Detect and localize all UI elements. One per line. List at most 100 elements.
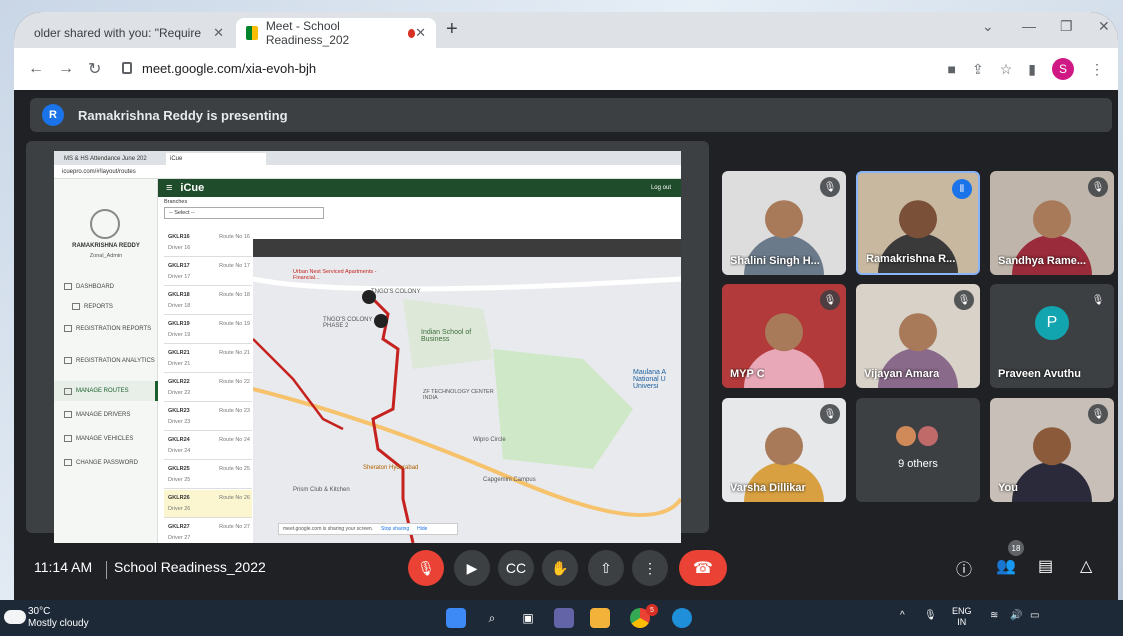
route-row: GKLR23 Route No 23 Driver 23 [164, 403, 252, 431]
others-tile[interactable]: 9 others [856, 398, 980, 502]
info-icon[interactable]: ⓘ [956, 556, 972, 580]
tab-meet[interactable]: Meet - School Readiness_202 ✕ [236, 18, 436, 48]
volume-icon[interactable]: 🔊 [1010, 610, 1022, 621]
window-close-icon[interactable]: ✕ [1098, 18, 1110, 35]
weather-widget[interactable]: 30°C Mostly cloudy [28, 606, 89, 630]
map-label: Maulana A National U Universi [633, 369, 666, 390]
close-icon[interactable]: ✕ [213, 25, 224, 41]
menu-label: MANAGE DRIVERS [76, 411, 131, 418]
route-driver: Driver 22 [168, 390, 191, 396]
menu-label: REGISTRATION REPORTS [76, 325, 152, 332]
search-icon[interactable]: ⌕ [482, 608, 502, 628]
start-icon[interactable] [446, 608, 466, 628]
lang-region: IN [957, 617, 967, 627]
participant-tile[interactable]: 🎙 Varsha Dillikar [722, 398, 846, 502]
route-icon [64, 387, 72, 395]
meet-area: R Ramakrishna Reddy is presenting MS & H… [14, 90, 1118, 600]
mic-off-button[interactable]: 🎙 [408, 550, 444, 586]
route-code: GKLR25 [168, 466, 190, 472]
route-row: GKLR25 Route No 25 Driver 25 [164, 461, 252, 489]
close-icon[interactable]: ✕ [415, 25, 426, 41]
forward-icon[interactable]: → [58, 60, 74, 78]
route-code: GKLR18 [168, 292, 190, 298]
mic-icon[interactable]: 🎙 [924, 610, 937, 621]
url-field[interactable]: meet.google.com/xia-evoh-bjh [122, 52, 962, 84]
participant-tile[interactable]: P 🎙 Praveen Avuthu [990, 284, 1114, 388]
raise-hand-button[interactable]: ✋ [542, 550, 578, 586]
more-options-button[interactable]: ⋮ [632, 550, 668, 586]
end-call-button[interactable]: ☎ [679, 550, 727, 586]
chevron-up-icon[interactable]: ^ [900, 610, 905, 621]
participant-tile[interactable]: 🎙 Shalini Singh H... [722, 171, 846, 275]
sidepanel-icon[interactable]: ▮ [1028, 61, 1036, 78]
route-driver: Driver 24 [168, 448, 191, 454]
menu-change-password: CHANGE PASSWORD [64, 459, 138, 466]
stop-sharing-button: Stop sharing [381, 526, 410, 532]
route-map: TNGO'S COLONY TNGO'S COLONY PHASE 2 Indi… [253, 239, 681, 543]
captions-button[interactable]: CC [498, 550, 534, 586]
clock: 11:14 AM [34, 559, 93, 575]
icue-topbar: ≡ iCue Log out [158, 179, 681, 197]
star-icon[interactable]: ☆ [1000, 61, 1013, 78]
activities-icon[interactable]: △ [1080, 556, 1092, 576]
user-role: Zonal_Admin [89, 253, 123, 259]
teams-icon[interactable] [554, 608, 574, 628]
file-explorer-icon[interactable] [590, 608, 610, 628]
new-tab-icon[interactable]: + [446, 18, 458, 41]
route-driver: Driver 17 [168, 274, 191, 280]
participant-name: You [998, 482, 1018, 494]
route-number: Route No 16 [219, 234, 250, 240]
hide-button: Hide [417, 526, 428, 532]
menu-label: MANAGE ROUTES [76, 388, 129, 394]
camera-button[interactable]: ▶ [454, 550, 490, 586]
camera-icon[interactable]: ■ [948, 61, 956, 77]
map-label: Capgemini Campus [483, 477, 536, 483]
presenter-avatar: R [42, 104, 64, 126]
map-label: Urban Nest Serviced Apartments - Financi… [293, 269, 377, 281]
mic-off-icon: 🎙 [820, 177, 840, 197]
shared-tab: MS & HS Attendance June 202 [64, 156, 147, 162]
menu-manage-routes: MANAGE ROUTES [54, 381, 158, 401]
route-row: GKLR21 Route No 21 Driver 21 [164, 345, 252, 373]
weather-icon [4, 610, 26, 624]
driver-icon [64, 411, 72, 418]
chevron-down-icon[interactable]: ⌄ [982, 18, 994, 35]
map-label: TNGO'S COLONY PHASE 2 [323, 317, 373, 329]
reload-icon[interactable]: ↻ [88, 59, 101, 79]
menu-label: MANAGE VEHICLES [76, 435, 134, 442]
menu-icon[interactable]: ⋮ [1090, 61, 1104, 78]
route-list: Branches -- Select -- GKLR16 Route No 16 D… [164, 197, 324, 543]
present-button[interactable]: ⇧ [588, 550, 624, 586]
route-number: Route No 26 [219, 495, 250, 501]
participant-tile[interactable]: 🎙 Vijayan Amara [856, 284, 980, 388]
map-label: Sheraton Hyderabad [363, 465, 419, 471]
chart-icon [64, 357, 72, 364]
language-indicator[interactable]: ENG IN [952, 606, 972, 628]
minimize-icon[interactable]: — [1022, 18, 1036, 34]
profile-avatar[interactable]: S [1052, 58, 1074, 80]
edge-icon[interactable] [672, 608, 692, 628]
participant-tile[interactable]: 🎙 You [990, 398, 1114, 502]
participant-tile[interactable]: 🎙 MYP C [722, 284, 846, 388]
url-text: meet.google.com/xia-evoh-bjh [142, 60, 317, 76]
participant-name: Vijayan Amara [864, 368, 940, 380]
participant-face [765, 427, 803, 466]
address-bar: ← → ↻ meet.google.com/xia-evoh-bjh ■ ⇪ ☆… [14, 48, 1118, 90]
participant-tile[interactable]: ⦀ Ramakrishna R... [856, 171, 980, 275]
icue-sidebar: RAMAKRISHNA REDDY Zonal_Admin DASHBOARD … [54, 179, 158, 543]
restore-icon[interactable]: ❐ [1060, 18, 1073, 35]
share-icon[interactable]: ⇪ [972, 61, 984, 78]
participant-tile[interactable]: 🎙 Sandhya Rame... [990, 171, 1114, 275]
route-code: GKLR17 [168, 263, 190, 269]
route-code: GKLR21 [168, 350, 190, 356]
task-view-icon[interactable]: ▣ [518, 608, 538, 628]
people-icon[interactable]: 👥 [996, 556, 1016, 576]
mic-off-icon: 🎙 [1088, 177, 1108, 197]
wifi-icon[interactable]: ≋ [990, 610, 998, 621]
battery-icon[interactable]: ▭ [1030, 610, 1039, 621]
route-row: GKLR26 Route No 26 Driver 26 [164, 490, 252, 518]
chat-icon[interactable]: ▤ [1038, 556, 1053, 576]
tab-drive[interactable]: older shared with you: "Require ✕ [24, 18, 234, 48]
lang-code: ENG [952, 606, 972, 616]
back-icon[interactable]: ← [28, 60, 44, 78]
